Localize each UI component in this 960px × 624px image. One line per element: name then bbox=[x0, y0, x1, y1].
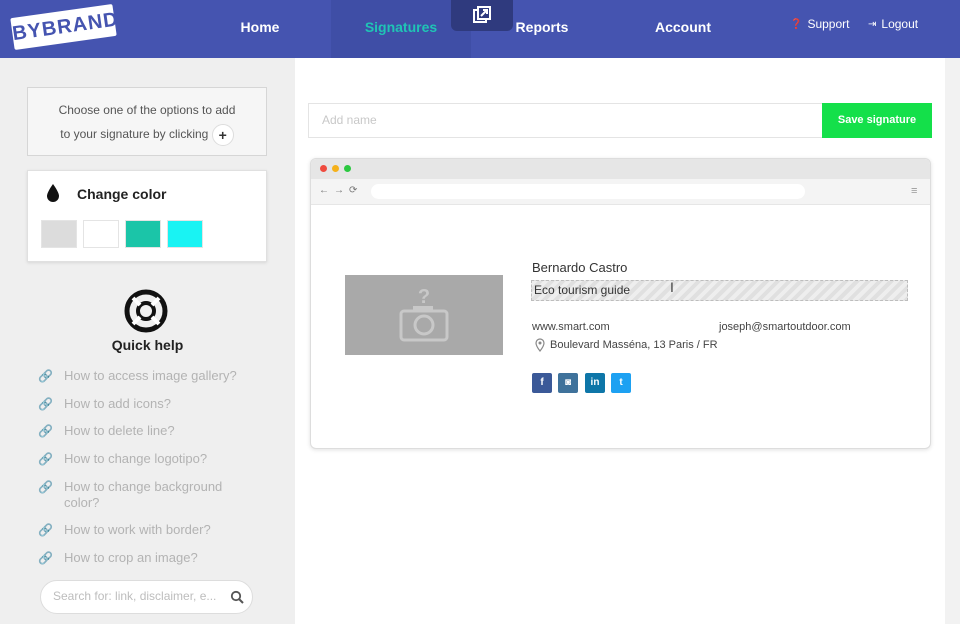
swatch-gray[interactable] bbox=[41, 220, 77, 248]
help-link-border[interactable]: 🔗 How to work with border? bbox=[38, 522, 268, 538]
signature-address-text: Boulevard Masséna, 13 Paris / FR bbox=[550, 339, 718, 351]
help-link-label: How to add icons? bbox=[64, 396, 171, 411]
link-icon: 🔗 bbox=[38, 424, 53, 438]
link-icon: 🔗 bbox=[38, 480, 53, 494]
quick-help-title: Quick help bbox=[111, 337, 184, 353]
drop-icon bbox=[47, 184, 59, 202]
camera-question-icon: ? bbox=[399, 286, 449, 342]
signature-name-input[interactable] bbox=[322, 113, 802, 127]
logout-icon: ⇥ bbox=[868, 18, 877, 30]
help-link-crop-image[interactable]: 🔗 How to crop an image? bbox=[38, 550, 268, 566]
support-label: Support bbox=[807, 17, 850, 31]
link-icon: 🔗 bbox=[38, 523, 53, 537]
map-pin-icon bbox=[535, 338, 545, 352]
nav-account[interactable]: Account bbox=[640, 0, 726, 58]
support-link[interactable]: ❓ Support bbox=[790, 17, 849, 31]
signature-email[interactable]: joseph@smartoutdoor.com bbox=[719, 321, 851, 333]
window-maximize-dot bbox=[344, 165, 351, 172]
help-link-add-icons[interactable]: 🔗 How to add icons? bbox=[38, 396, 268, 412]
nav-signatures[interactable]: Signatures bbox=[331, 0, 471, 58]
svg-text:?: ? bbox=[418, 286, 430, 308]
nav-home[interactable]: Home bbox=[220, 0, 300, 58]
window-minimize-dot bbox=[332, 165, 339, 172]
link-icon: 🔗 bbox=[38, 452, 53, 466]
name-bar bbox=[308, 103, 822, 138]
bybrand-logo[interactable]: BYBRAND bbox=[10, 3, 120, 51]
lifebuoy-icon bbox=[124, 289, 168, 333]
browser-title-bar bbox=[311, 159, 930, 179]
help-circle-icon: ❓ bbox=[790, 18, 803, 30]
browser-nav-icons: ←→⟳ bbox=[319, 185, 363, 196]
text-cursor-icon: I bbox=[670, 279, 674, 295]
hamburger-icon: ≡ bbox=[911, 185, 918, 197]
link-icon: 🔗 bbox=[38, 369, 53, 383]
browser-toolbar: ←→⟳ ≡ bbox=[311, 179, 930, 205]
help-link-label: How to work with border? bbox=[64, 522, 211, 537]
page-edge bbox=[945, 58, 960, 624]
swatch-teal[interactable] bbox=[125, 220, 161, 248]
logout-label: Logout bbox=[881, 17, 919, 31]
logout-link[interactable]: ⇥ Logout bbox=[868, 17, 918, 31]
help-link-delete-line[interactable]: 🔗 How to delete line? bbox=[38, 423, 268, 439]
plus-icon[interactable]: + bbox=[211, 123, 234, 146]
help-link-label: How to change background color? bbox=[64, 479, 223, 510]
twitter-icon[interactable]: t bbox=[611, 373, 631, 393]
instruction-line-1: Choose one of the options to add bbox=[58, 103, 236, 117]
link-icon: 🔗 bbox=[38, 551, 53, 565]
window-close-dot bbox=[320, 165, 327, 172]
instruction-box: Choose one of the options to add to your… bbox=[27, 87, 267, 156]
swatch-white[interactable] bbox=[83, 220, 119, 248]
help-search-input[interactable] bbox=[53, 589, 223, 603]
facebook-icon[interactable]: f bbox=[532, 373, 552, 393]
instruction-line-2: to your signature by clicking + bbox=[28, 122, 266, 146]
popout-button[interactable] bbox=[451, 0, 513, 31]
change-color-title: Change color bbox=[77, 186, 167, 202]
help-link-image-gallery[interactable]: 🔗 How to access image gallery? bbox=[38, 368, 268, 384]
browser-url-bar bbox=[371, 184, 805, 199]
instruction-line-2-text: to your signature by clicking bbox=[60, 127, 209, 141]
signature-image-placeholder[interactable]: ? bbox=[345, 275, 503, 355]
help-link-label: How to crop an image? bbox=[64, 550, 198, 565]
instagram-icon[interactable]: ◙ bbox=[558, 373, 578, 393]
help-link-label: How to delete line? bbox=[64, 423, 175, 438]
help-link-change-logotipo[interactable]: 🔗 How to change logotipo? bbox=[38, 451, 268, 467]
popout-icon bbox=[473, 6, 491, 23]
help-search bbox=[40, 580, 253, 614]
save-signature-button[interactable]: Save signature bbox=[822, 103, 932, 138]
top-navigation-bar: BYBRAND Home Signatures Reports Account … bbox=[0, 0, 960, 58]
nav-reports[interactable]: Reports bbox=[503, 0, 581, 58]
change-color-panel: Change color bbox=[27, 170, 267, 262]
linkedin-icon[interactable]: in bbox=[585, 373, 605, 393]
signature-preview-window: ←→⟳ ≡ ? Bernardo Castro Eco tourism guid… bbox=[310, 158, 931, 449]
signature-website[interactable]: www.smart.com bbox=[532, 321, 610, 333]
signature-name[interactable]: Bernardo Castro bbox=[532, 260, 627, 275]
help-link-background-color[interactable]: 🔗 How to change background color? bbox=[38, 479, 258, 511]
signature-address[interactable]: Boulevard Masséna, 13 Paris / FR bbox=[535, 338, 718, 352]
swatch-cyan[interactable] bbox=[167, 220, 203, 248]
help-link-label: How to change logotipo? bbox=[64, 451, 208, 466]
signature-role-field[interactable]: Eco tourism guide bbox=[531, 280, 908, 301]
help-link-label: How to access image gallery? bbox=[64, 368, 237, 383]
link-icon: 🔗 bbox=[38, 397, 53, 411]
search-icon[interactable] bbox=[230, 590, 244, 604]
